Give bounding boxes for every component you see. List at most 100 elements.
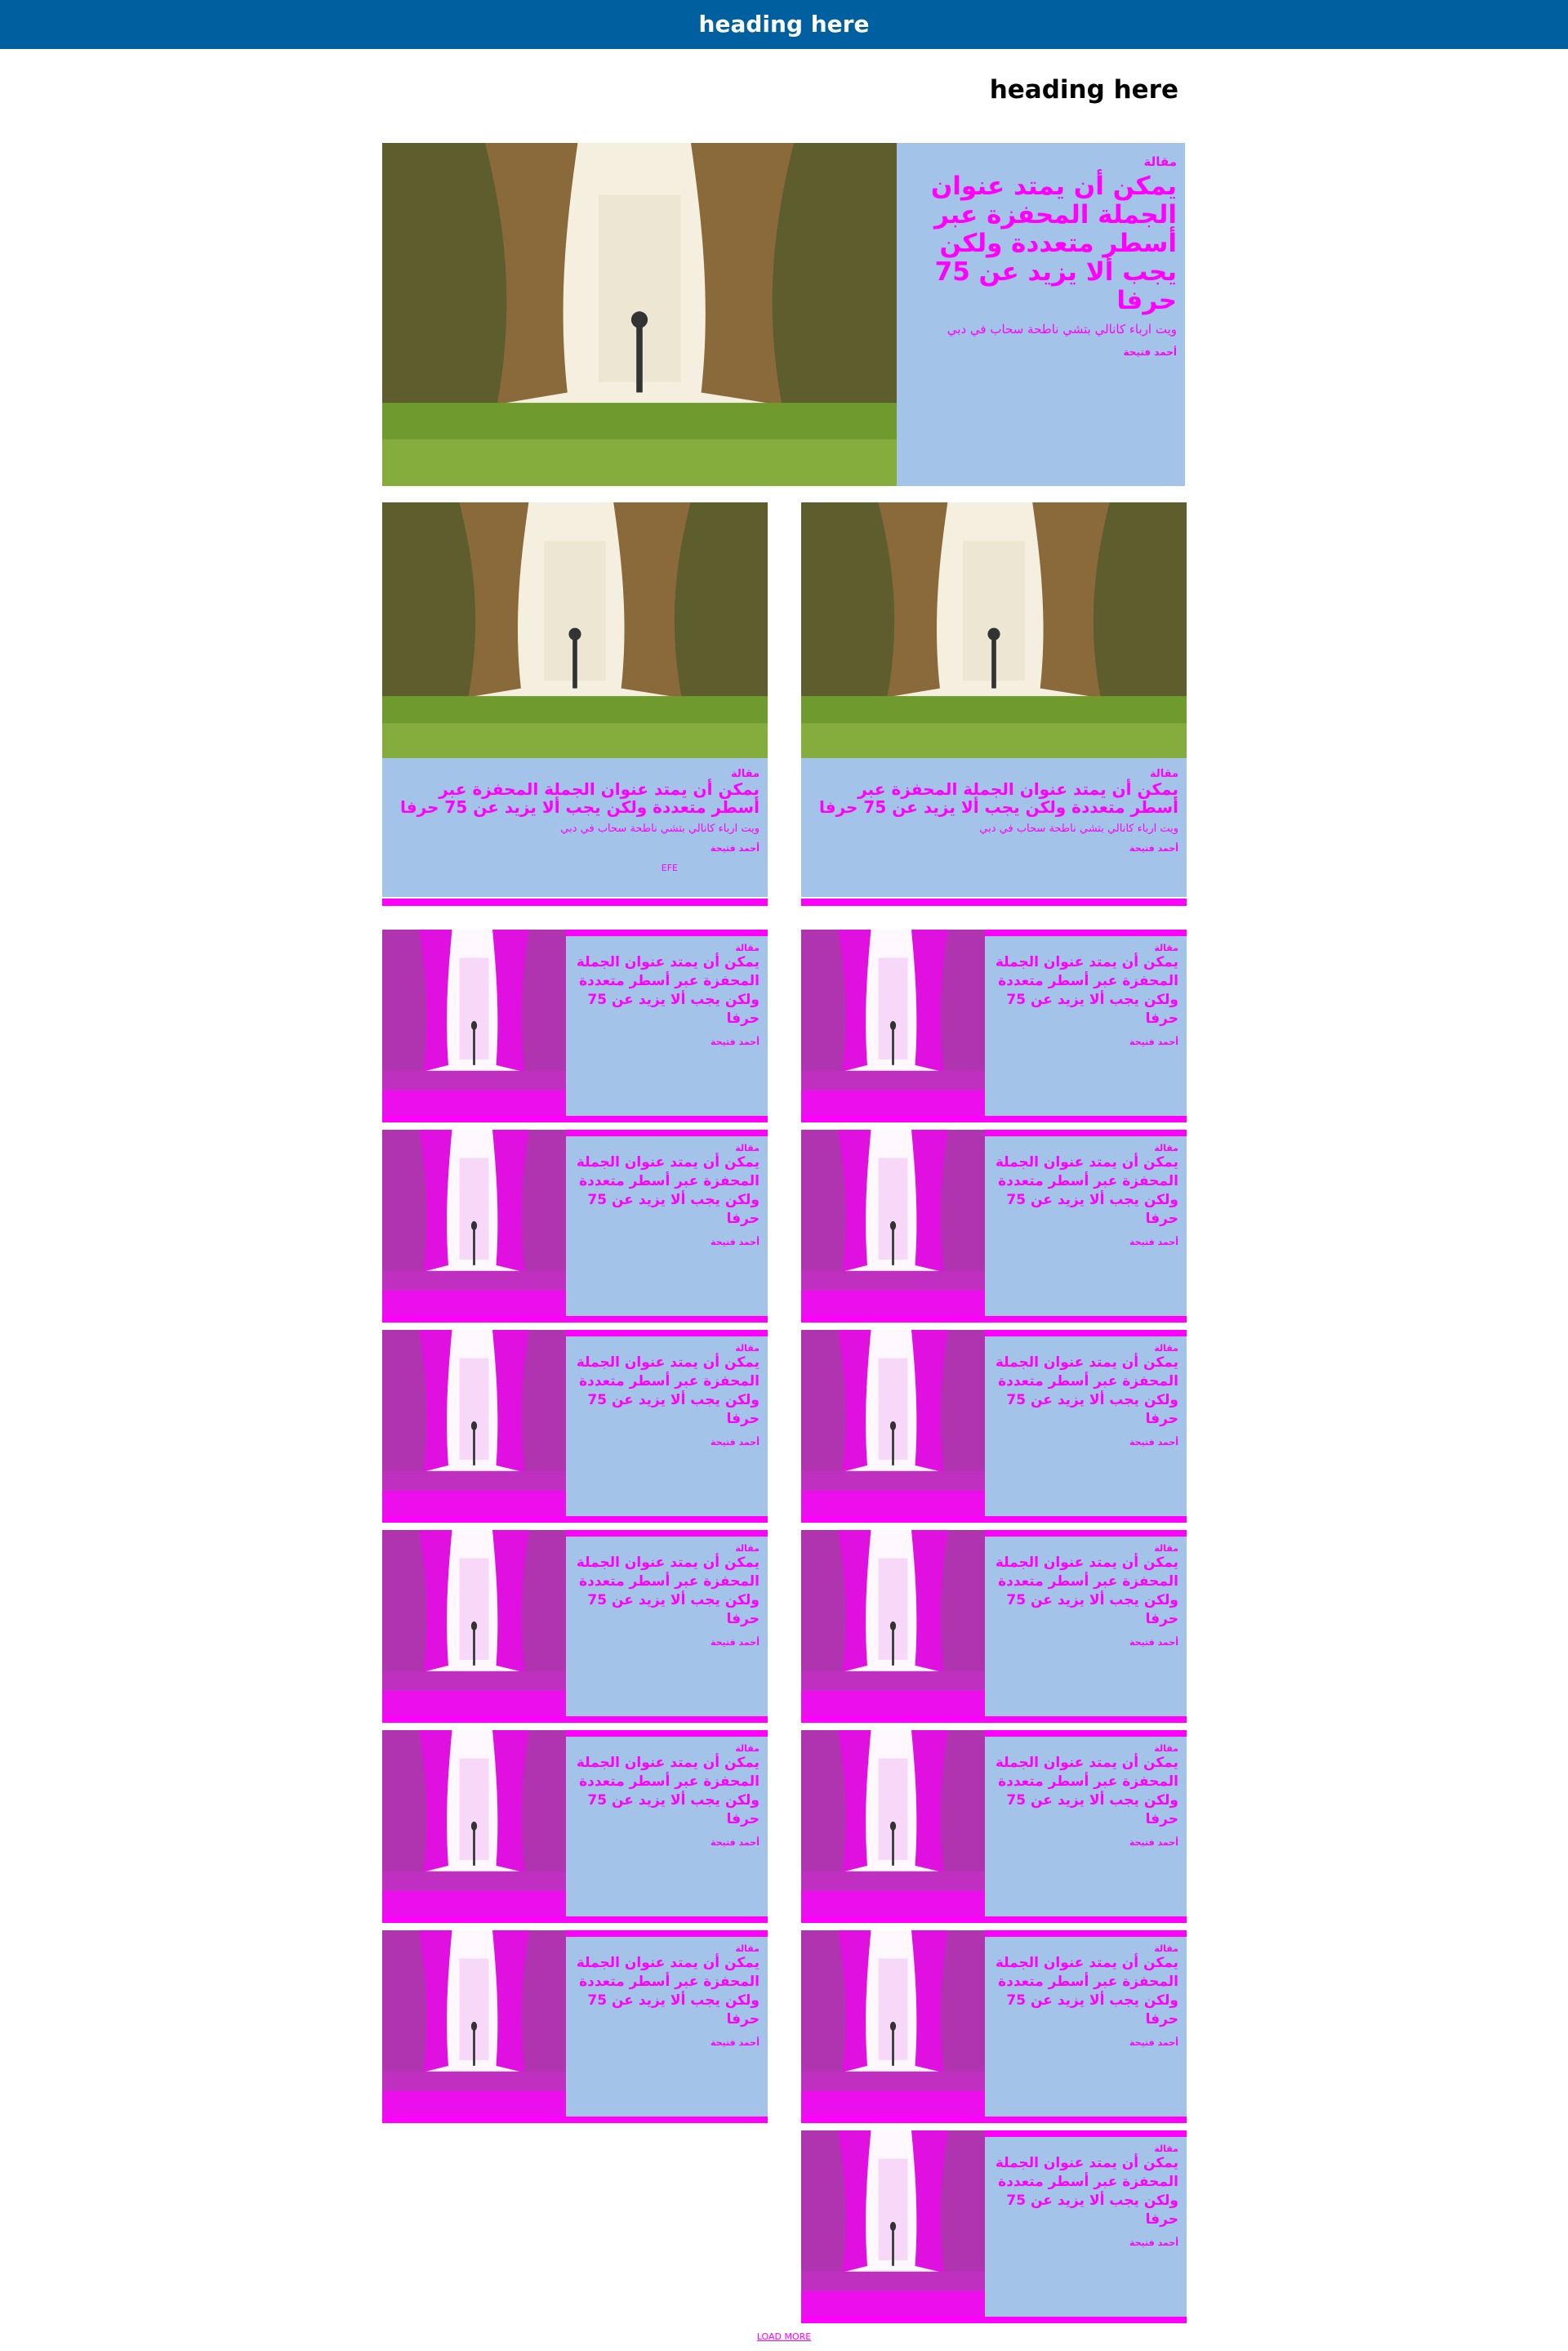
small-article-card[interactable]: مقالة يمكن أن يمتد عنوان الجملة المحفزة ع… bbox=[801, 930, 1187, 1122]
small-article-text: مقالة يمكن أن يمتد عنوان الجملة المحفزة ع… bbox=[566, 1537, 768, 1716]
small-article-image bbox=[801, 1130, 985, 1316]
small-article-image bbox=[382, 930, 566, 1116]
article-author: أحمد فتيحة bbox=[710, 1237, 760, 1247]
small-article-text: مقالة يمكن أن يمتد عنوان الجملة المحفزة ع… bbox=[985, 1537, 1187, 1716]
load-more-link[interactable]: LOAD MORE bbox=[727, 2331, 841, 2342]
medium-article-card[interactable]: مقالة يمكن أن يمتد عنوان الجملة المحفزة ع… bbox=[801, 502, 1187, 906]
palm-avenue-image bbox=[382, 930, 566, 1116]
article-source-label: EFE bbox=[661, 863, 678, 873]
article-author: أحمد فتيحة bbox=[710, 1637, 760, 1648]
article-author: أحمد فتيحة bbox=[1129, 1237, 1178, 1247]
featured-article-image bbox=[382, 143, 897, 486]
article-kicker: مقالة bbox=[1154, 1943, 1178, 1954]
article-headline: يمكن أن يمتد عنوان الجملة المحفزة عبر أس… bbox=[995, 1555, 1178, 1627]
small-article-card[interactable]: مقالة يمكن أن يمتد عنوان الجملة المحفزة ع… bbox=[382, 1530, 768, 1723]
article-kicker: مقالة bbox=[1154, 1143, 1178, 1153]
small-article-card[interactable]: مقالة يمكن أن يمتد عنوان الجملة المحفزة ع… bbox=[801, 1330, 1187, 1523]
article-kicker: مقالة bbox=[1149, 768, 1178, 780]
small-article-image bbox=[801, 2130, 985, 2317]
card-accent-bar bbox=[801, 2117, 1187, 2123]
medium-article-text: مقالة يمكن أن يمتد عنوان الجملة المحفزة ع… bbox=[382, 758, 768, 897]
card-accent-bar bbox=[801, 1316, 1187, 1323]
small-article-card[interactable]: مقالة يمكن أن يمتد عنوان الجملة المحفزة ع… bbox=[801, 2130, 1187, 2323]
article-headline: يمكن أن يمتد عنوان الجملة المحفزة عبر أس… bbox=[930, 172, 1177, 315]
palm-avenue-image bbox=[382, 1330, 566, 1516]
top-header-bar: heading here bbox=[0, 0, 1568, 49]
palm-avenue-image bbox=[801, 1330, 985, 1516]
article-author: أحمد فتيحة bbox=[710, 1037, 760, 1047]
section-heading: heading here bbox=[989, 75, 1178, 105]
article-author: أحمد فتيحة bbox=[1129, 843, 1178, 854]
palm-avenue-image bbox=[382, 1530, 566, 1716]
palm-avenue-image bbox=[801, 1530, 985, 1716]
article-author: أحمد فتيحة bbox=[1129, 1837, 1178, 1848]
article-kicker: مقالة bbox=[735, 1143, 760, 1153]
small-article-image bbox=[382, 1930, 566, 2117]
palm-avenue-image bbox=[801, 1930, 985, 2117]
header-title: heading here bbox=[698, 11, 870, 38]
article-headline: يمكن أن يمتد عنوان الجملة المحفزة عبر أس… bbox=[995, 2155, 1178, 2228]
article-headline: يمكن أن يمتد عنوان الجملة المحفزة عبر أس… bbox=[576, 1354, 760, 1427]
article-headline: يمكن أن يمتد عنوان الجملة المحفزة عبر أس… bbox=[995, 954, 1178, 1027]
small-article-card[interactable]: مقالة يمكن أن يمتد عنوان الجملة المحفزة ع… bbox=[382, 1730, 768, 1923]
small-article-image bbox=[801, 1930, 985, 2117]
small-article-image bbox=[801, 930, 985, 1116]
small-article-text: مقالة يمكن أن يمتد عنوان الجملة المحفزة ع… bbox=[566, 936, 768, 1116]
article-headline: يمكن أن يمتد عنوان الجملة المحفزة عبر أس… bbox=[576, 954, 760, 1027]
palm-avenue-image bbox=[382, 502, 768, 758]
small-article-text: مقالة يمكن أن يمتد عنوان الجملة المحفزة ع… bbox=[985, 1336, 1187, 1516]
small-article-text: مقالة يمكن أن يمتد عنوان الجملة المحفزة ع… bbox=[985, 1937, 1187, 2117]
small-article-text: مقالة يمكن أن يمتد عنوان الجملة المحفزة ع… bbox=[985, 2137, 1187, 2317]
article-kicker: مقالة bbox=[735, 943, 760, 953]
card-accent-bar bbox=[382, 1716, 768, 1723]
article-kicker: مقالة bbox=[1154, 1743, 1178, 1754]
article-source: EFE bbox=[662, 863, 678, 873]
article-kicker: مقالة bbox=[735, 1343, 760, 1354]
palm-avenue-image bbox=[801, 930, 985, 1116]
small-article-image bbox=[382, 1330, 566, 1516]
article-author: أحمد فتيحة bbox=[1129, 2237, 1178, 2248]
article-kicker: مقالة bbox=[730, 768, 760, 780]
small-article-image bbox=[382, 1530, 566, 1716]
small-article-card[interactable]: مقالة يمكن أن يمتد عنوان الجملة المحفزة ع… bbox=[801, 1130, 1187, 1323]
article-headline: يمكن أن يمتد عنوان الجملة المحفزة عبر أس… bbox=[995, 1955, 1178, 2028]
article-author: أحمد فتيحة bbox=[1129, 1637, 1178, 1648]
small-article-image bbox=[382, 1130, 566, 1316]
small-article-card[interactable]: مقالة يمكن أن يمتد عنوان الجملة المحفزة ع… bbox=[801, 1730, 1187, 1923]
featured-article-card[interactable]: مقالة يمكن أن يمتد عنوان الجملة المحفزة ع… bbox=[382, 143, 1185, 486]
article-headline: يمكن أن يمتد عنوان الجملة المحفزة عبر أس… bbox=[576, 1555, 760, 1627]
featured-article-text: مقالة يمكن أن يمتد عنوان الجملة المحفزة ع… bbox=[897, 143, 1185, 486]
article-headline: يمكن أن يمتد عنوان الجملة المحفزة عبر أس… bbox=[399, 779, 760, 817]
article-kicker: مقالة bbox=[735, 1943, 760, 1954]
card-accent-bar bbox=[382, 1916, 768, 1923]
small-article-card[interactable]: مقالة يمكن أن يمتد عنوان الجملة المحفزة ع… bbox=[801, 1530, 1187, 1723]
article-author: أحمد فتيحة bbox=[1129, 1037, 1178, 1047]
small-article-text: مقالة يمكن أن يمتد عنوان الجملة المحفزة ع… bbox=[985, 936, 1187, 1116]
article-subtitle: ويت ارباء كانالي بتشي ناطحة سحاب في دبي bbox=[560, 823, 760, 835]
article-author: أحمد فتيحة bbox=[1129, 1437, 1178, 1448]
article-headline: يمكن أن يمتد عنوان الجملة المحفزة عبر أس… bbox=[576, 1955, 760, 2028]
article-author: أحمد فتيحة bbox=[1123, 346, 1178, 358]
small-article-card[interactable]: مقالة يمكن أن يمتد عنوان الجملة المحفزة ع… bbox=[382, 1130, 768, 1323]
card-accent-bar bbox=[801, 1516, 1187, 1523]
article-subtitle: ويت ارباء كانالي بتشي ناطحة سحاب في دبي bbox=[947, 322, 1177, 337]
article-author: أحمد فتيحة bbox=[710, 2037, 760, 2048]
palm-avenue-image bbox=[801, 1130, 985, 1316]
medium-article-card[interactable]: مقالة يمكن أن يمتد عنوان الجملة المحفزة ع… bbox=[382, 502, 768, 906]
small-article-card[interactable]: مقالة يمكن أن يمتد عنوان الجملة المحفزة ع… bbox=[382, 1930, 768, 2123]
small-article-card[interactable]: مقالة يمكن أن يمتد عنوان الجملة المحفزة ع… bbox=[382, 930, 768, 1122]
article-headline: يمكن أن يمتد عنوان الجملة المحفزة عبر أس… bbox=[995, 1755, 1178, 1827]
article-kicker: مقالة bbox=[735, 1543, 760, 1554]
article-kicker: مقالة bbox=[1143, 154, 1177, 169]
small-article-card[interactable]: مقالة يمكن أن يمتد عنوان الجملة المحفزة ع… bbox=[801, 1930, 1187, 2123]
palm-avenue-image bbox=[382, 1730, 566, 1916]
small-article-image bbox=[382, 1730, 566, 1916]
small-article-text: مقالة يمكن أن يمتد عنوان الجملة المحفزة ع… bbox=[566, 1136, 768, 1316]
card-accent-bar bbox=[801, 899, 1187, 906]
card-accent-bar bbox=[382, 1516, 768, 1523]
palm-avenue-image bbox=[382, 143, 897, 486]
small-article-image bbox=[801, 1330, 985, 1516]
card-accent-bar bbox=[382, 1116, 768, 1122]
small-article-card[interactable]: مقالة يمكن أن يمتد عنوان الجملة المحفزة ع… bbox=[382, 1330, 768, 1523]
card-accent-bar bbox=[801, 1916, 1187, 1923]
